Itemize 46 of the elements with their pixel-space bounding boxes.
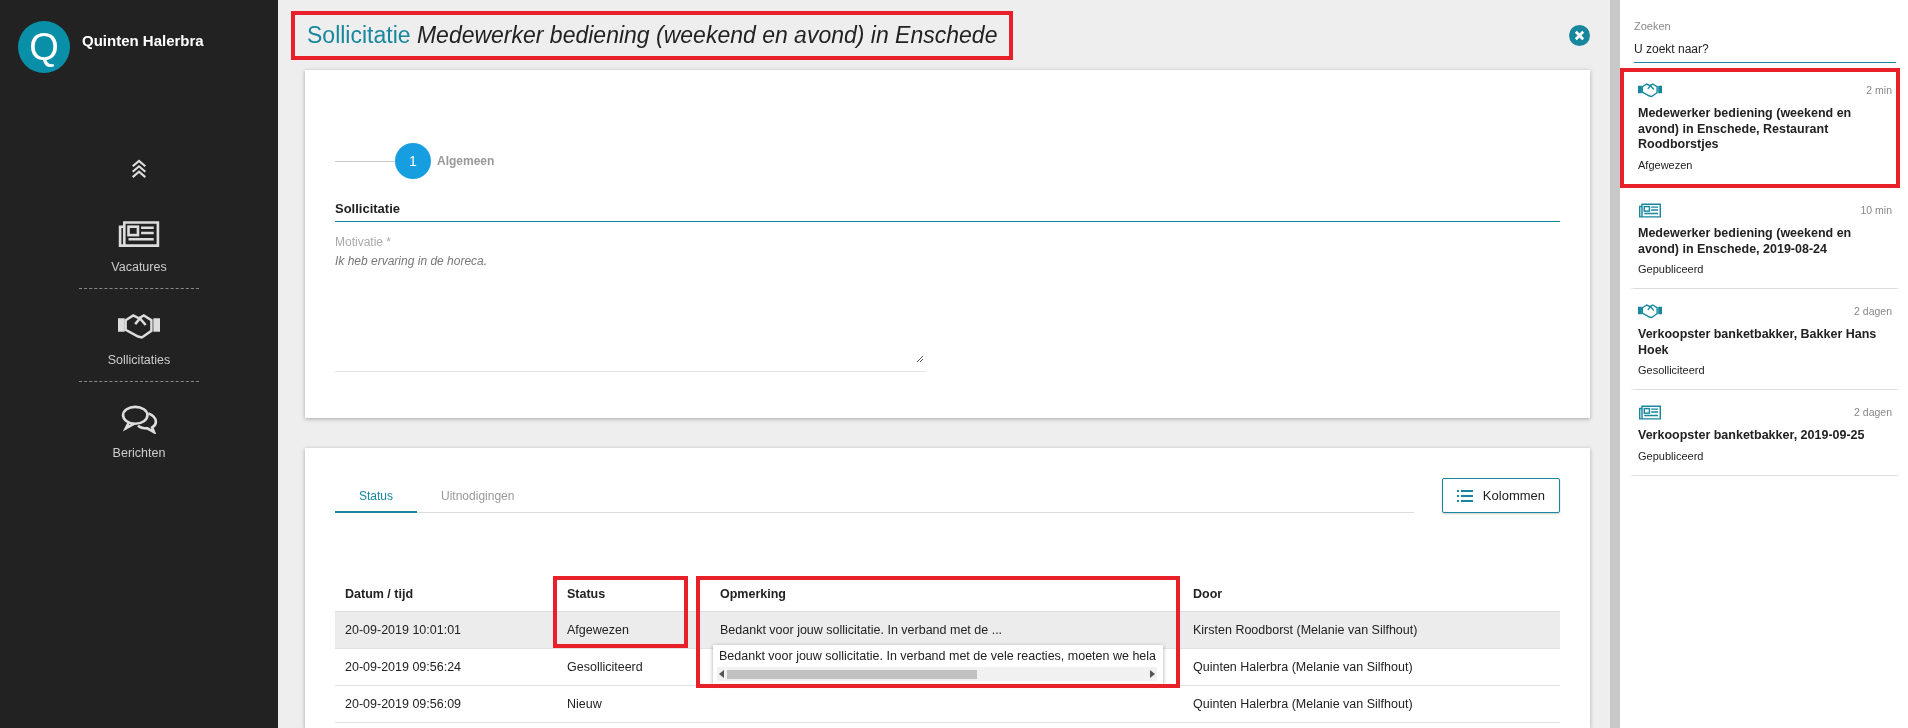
- handshake-icon: [1638, 303, 1662, 320]
- list-icon: [1456, 489, 1473, 502]
- column-header: Door: [1193, 587, 1223, 601]
- page-title: Sollicitatie Medewerker bediening (weekend en avond) in Enschede: [291, 10, 1014, 60]
- user-avatar: Q: [18, 21, 70, 73]
- scroll-right-icon[interactable]: [1149, 670, 1155, 678]
- step-label: Algemeen: [437, 154, 495, 168]
- double-chevron-up-icon[interactable]: [130, 158, 148, 180]
- table-cell: Quinten Halerbra (Melanie van Silfhout): [1193, 660, 1413, 674]
- step-number: 1: [395, 143, 431, 179]
- table-cell: Afgewezen: [567, 623, 629, 637]
- newspaper-icon: [1638, 404, 1662, 421]
- table-cell: Kirsten Roodborst (Melanie van Silfhout): [1193, 623, 1418, 637]
- nav-item[interactable]: Berichten: [112, 396, 166, 472]
- horizontal-scrollbar[interactable]: [717, 667, 1157, 681]
- table-cell: Nieuw: [567, 697, 602, 711]
- column-header: Datum / tijd: [345, 587, 414, 601]
- columns-button[interactable]: Kolommen: [1441, 478, 1560, 513]
- resize-grip-icon[interactable]: [916, 355, 924, 363]
- search-label: Zoeken: [1634, 20, 1672, 32]
- activity-item[interactable]: 2 dagen Verkoopster banketbakker, Bakker Hans Hoek Gesolliciteerd: [1630, 289, 1900, 391]
- activity-item[interactable]: 10 min Medewerker bediening (weekend en avond) in Enschede, 2019-08-24 Gepubliceerd: [1630, 187, 1900, 290]
- vertical-scrollbar[interactable]: [1610, 0, 1620, 728]
- scroll-left-icon[interactable]: [719, 670, 725, 678]
- handshake-icon: [118, 311, 160, 341]
- newspaper-icon: [118, 218, 160, 248]
- user-name: Quinten Halerbra: [82, 32, 204, 49]
- table-cell: 20-09-2019 09:56:09: [345, 697, 462, 711]
- section-heading: Sollicitatie: [335, 201, 1560, 222]
- table-cell: Bedankt voor jouw sollicitatie. In verband met de ...: [720, 623, 1003, 637]
- handshake-icon: [1638, 82, 1662, 98]
- column-header: Opmerking: [720, 587, 786, 601]
- activity-item[interactable]: 2 dagen Verkoopster banketbakker, 2019-09-25 Gepubliceerd: [1630, 390, 1900, 476]
- column-header: Status: [567, 587, 606, 601]
- activity-item[interactable]: 2 min Medewerker bediening (weekend en avond) in Enschede, Restaurant Roodborstjes Afgewezen: [1620, 68, 1900, 188]
- nav-item[interactable]: Sollicitaties: [107, 303, 171, 379]
- tab[interactable]: Status: [335, 481, 418, 513]
- table-cell: Quinten Halerbra (Melanie van Silfhout): [1193, 697, 1413, 711]
- table-cell: 20-09-2019 10:01:01: [345, 623, 462, 637]
- tooltip-text: Bedankt voor jouw sollicitatie. In verband met de vele reacties, moeten we hela: [719, 649, 1158, 663]
- newspaper-icon: [1638, 201, 1662, 218]
- close-icon[interactable]: [1569, 24, 1590, 46]
- table-cell: Gesolliciteerd: [567, 660, 643, 674]
- table-cell: 20-09-2019 09:56:24: [345, 660, 462, 674]
- motivation-field[interactable]: Motivatie * Ik heb ervaring in de horeca.: [335, 222, 926, 372]
- nav-item[interactable]: Vacatures: [111, 210, 167, 286]
